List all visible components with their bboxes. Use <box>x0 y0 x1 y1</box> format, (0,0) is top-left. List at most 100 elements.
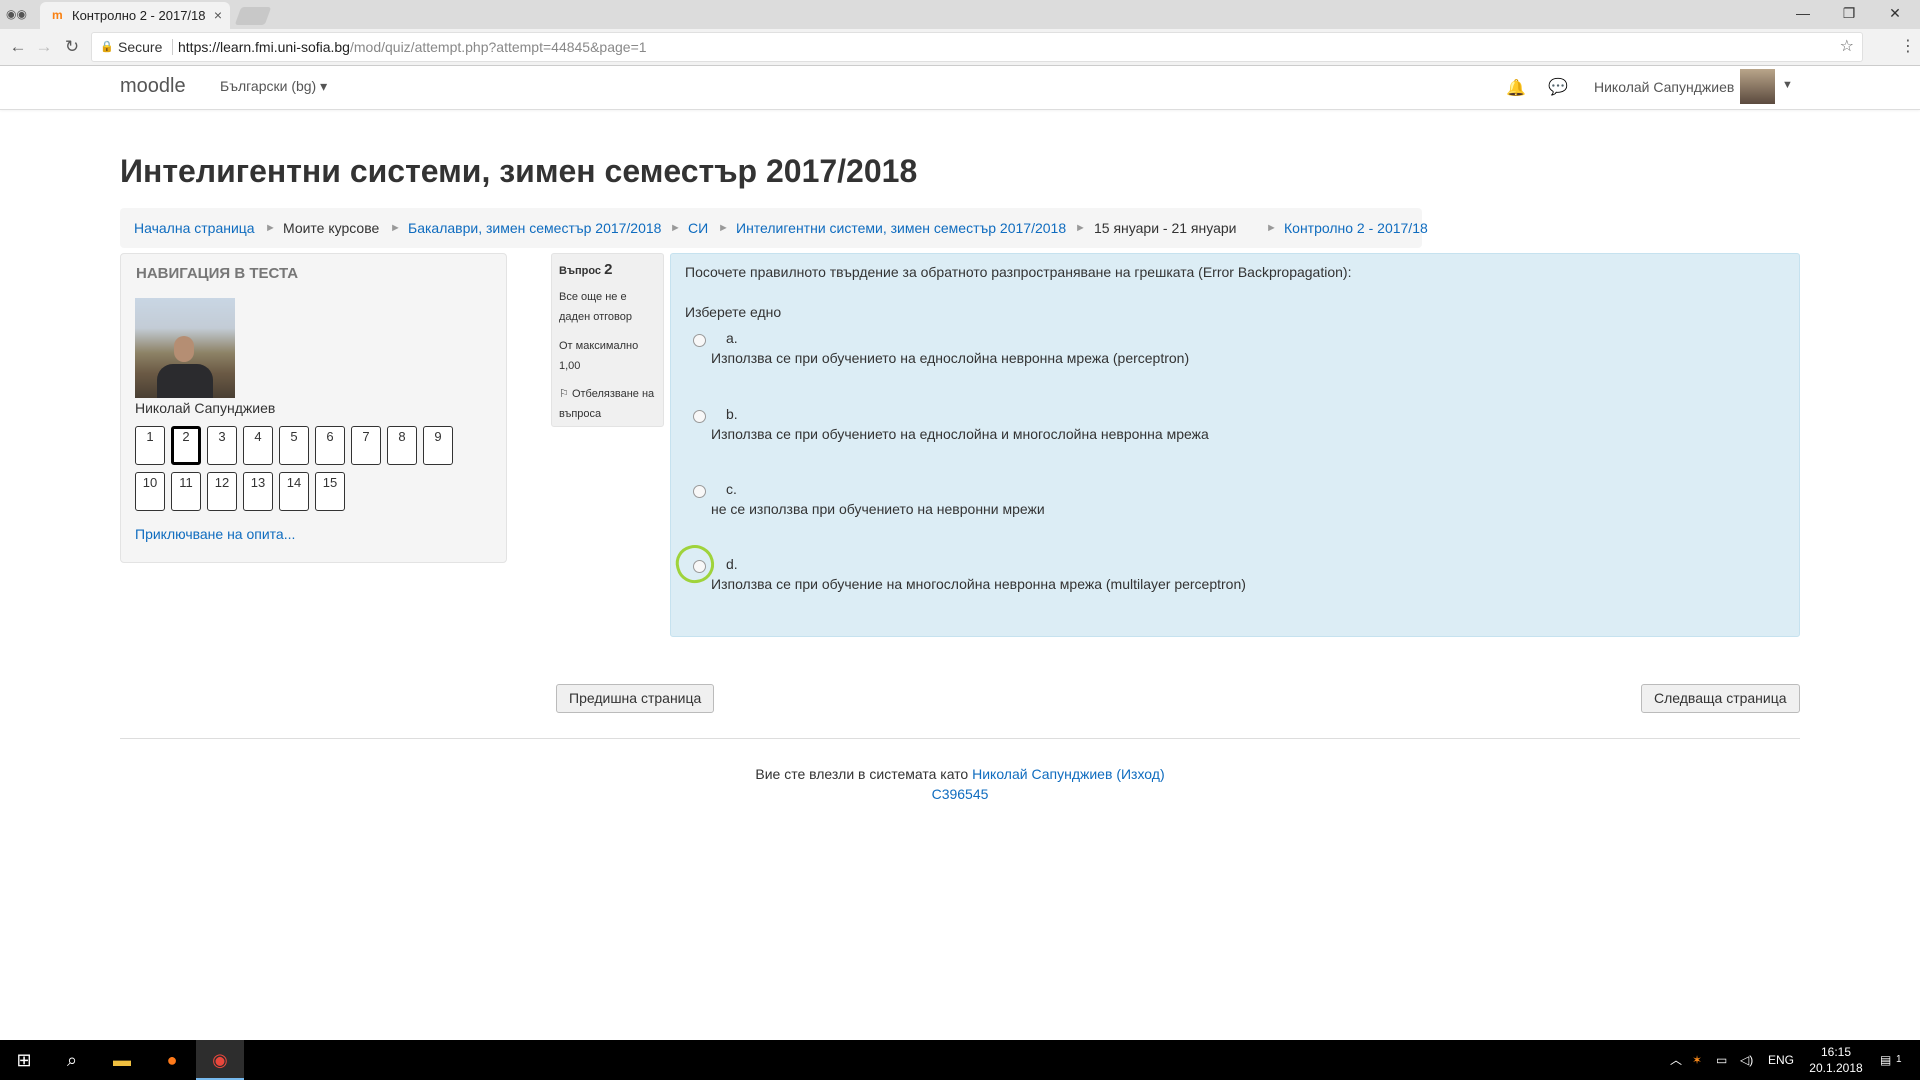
quiz-nav-button[interactable]: 3 <box>207 426 237 465</box>
user-avatar[interactable] <box>1740 69 1775 104</box>
logout-link[interactable]: (Изход) <box>1116 766 1164 782</box>
bookmark-star-icon[interactable]: ☆ <box>1840 33 1854 61</box>
quiz-nav-button-current[interactable]: 2 <box>171 426 201 465</box>
browser-toolbar: ← → ↻ 🔒 Secure https://learn.fmi.uni-sof… <box>0 29 1920 66</box>
notifications-icon[interactable]: ▤ <box>1880 1040 1891 1080</box>
breadcrumb-separator-icon: ► <box>670 222 681 234</box>
messages-icon[interactable]: 💬 <box>1548 77 1568 97</box>
photo-person-head <box>174 336 194 362</box>
login-info: Вие сте влезли в системата като Николай … <box>0 766 1920 782</box>
quiz-nav-button[interactable]: 5 <box>279 426 309 465</box>
reload-icon[interactable]: ↻ <box>62 37 82 57</box>
user-menu-name[interactable]: Николай Сапунджиев <box>1594 79 1734 95</box>
network-icon[interactable]: ▭ <box>1716 1040 1727 1080</box>
tray-expand-icon[interactable]: ︿ <box>1670 1040 1682 1080</box>
search-icon[interactable]: ⌕ <box>48 1040 96 1080</box>
quiz-navigation-heading: НАВИГАЦИЯ В ТЕСТА <box>136 265 299 282</box>
footer-code[interactable]: C396545 <box>0 786 1920 802</box>
photo-person-body <box>157 364 213 398</box>
quiz-nav-button[interactable]: 1 <box>135 426 165 465</box>
option-letter: b. <box>726 406 738 422</box>
notification-count: 1 <box>1896 1054 1902 1065</box>
close-window-icon[interactable]: ✕ <box>1872 0 1918 29</box>
browser-tab[interactable]: m Контролно 2 - 2017/18 × <box>40 2 230 29</box>
moodle-favicon-icon: m <box>52 8 63 22</box>
forward-icon[interactable]: → <box>34 37 54 57</box>
previous-page-button[interactable]: Предишна страница <box>556 684 715 713</box>
tray-app-icon[interactable]: ✶ <box>1692 1040 1702 1080</box>
flag-question-label[interactable]: Отбелязване на въпроса <box>559 388 654 420</box>
address-bar[interactable]: 🔒 Secure https://learn.fmi.uni-sofia.bg/… <box>92 33 1862 61</box>
address-separator <box>172 39 173 55</box>
windows-taskbar: ⊞ ⌕ ▬ ● ◉ ︿ ✶ ▭ ◁) ENG 16:15 20.1.2018 г… <box>0 1040 1920 1091</box>
breadcrumb-separator-icon: ► <box>265 222 276 234</box>
url-path: /mod/quiz/attempt.php?attempt=44845&page… <box>349 39 647 55</box>
quiz-nav-button[interactable]: 7 <box>351 426 381 465</box>
login-info-text: Вие сте влезли в системата като <box>755 766 969 782</box>
radio-button[interactable] <box>693 485 706 498</box>
quiz-nav-button[interactable]: 15 <box>315 472 345 511</box>
back-icon[interactable]: ← <box>8 37 28 57</box>
breadcrumb-home[interactable]: Начална страница <box>134 220 255 236</box>
file-explorer-icon[interactable]: ▬ <box>98 1040 146 1080</box>
option-letter: d. <box>726 556 738 572</box>
chrome-icon[interactable]: ◉ <box>196 1040 244 1080</box>
radio-button[interactable] <box>693 410 706 423</box>
windows-start-icon[interactable]: ⊞ <box>0 1040 48 1080</box>
finish-attempt-link[interactable]: Приключване на опита... <box>135 526 295 542</box>
breadcrumb-separator-icon: ► <box>1075 222 1086 234</box>
flag-icon[interactable]: ⚐ <box>559 388 569 400</box>
quiz-user-name: Николай Сапунджиев <box>135 400 276 416</box>
quiz-nav-button[interactable]: 6 <box>315 426 345 465</box>
notifications-bell-icon[interactable]: 🔔 <box>1506 78 1526 98</box>
language-indicator[interactable]: ENG <box>1768 1040 1794 1080</box>
quiz-nav-button[interactable]: 11 <box>171 472 201 511</box>
new-tab-button[interactable] <box>234 7 272 25</box>
url-text[interactable]: https://learn.fmi.uni-sofia.bg/mod/quiz/… <box>178 33 647 61</box>
browser-tab-bar: ◉◉ m Контролно 2 - 2017/18 × — ❐ ✕ <box>0 0 1920 29</box>
language-menu[interactable]: Български (bg) ▾ <box>220 78 327 95</box>
tab-close-icon[interactable]: × <box>214 2 222 29</box>
browser-menu-icon[interactable]: ⋮ <box>1900 37 1916 57</box>
moodle-navbar: moodle Български (bg) ▾ 🔔 💬 Николай Сапу… <box>0 66 1920 110</box>
system-clock[interactable]: 16:15 20.1.2018 г. <box>1806 1044 1866 1092</box>
breadcrumb-separator-icon: ► <box>1266 222 1277 234</box>
quiz-nav-button[interactable]: 13 <box>243 472 273 511</box>
lock-icon: 🔒 <box>100 41 114 53</box>
minimize-icon[interactable]: — <box>1780 0 1826 29</box>
quiz-nav-button[interactable]: 14 <box>279 472 309 511</box>
breadcrumb-course[interactable]: Интелигентни системи, зимен семестър 201… <box>736 220 1066 236</box>
next-page-button[interactable]: Следваща страница <box>1641 684 1800 713</box>
radio-button[interactable] <box>693 334 706 347</box>
option-letter: c. <box>726 481 737 497</box>
page-title: Интелигентни системи, зимен семестър 201… <box>120 153 918 189</box>
firefox-icon[interactable]: ● <box>148 1040 196 1080</box>
question-number: Въпрос 2 <box>559 261 612 278</box>
footer-user-link[interactable]: Николай Сапунджиев <box>972 766 1112 782</box>
breadcrumb-quiz[interactable]: Контролно 2 - 2017/18 <box>1284 220 1428 236</box>
quiz-nav-button[interactable]: 10 <box>135 472 165 511</box>
incognito-icon: ◉◉ <box>6 7 27 21</box>
option-text[interactable]: Използва се при обучение на многослойна … <box>711 576 1246 592</box>
quiz-nav-button[interactable]: 8 <box>387 426 417 465</box>
quiz-nav-button[interactable]: 9 <box>423 426 453 465</box>
question-text: Посочете правилното твърдение за обратно… <box>685 264 1352 280</box>
site-brand[interactable]: moodle <box>120 75 186 98</box>
user-menu-caret-icon[interactable]: ▼ <box>1782 79 1793 91</box>
option-text[interactable]: Използва се при обучението на еднослойна… <box>711 350 1189 366</box>
question-status: Все още не е даден отговор <box>559 291 632 323</box>
clock-date: 20.1.2018 г. <box>1809 1061 1863 1091</box>
quiz-navigation-block: НАВИГАЦИЯ В ТЕСТА Николай Сапунджиев 1 2… <box>120 253 507 563</box>
breadcrumb-si[interactable]: СИ <box>688 220 708 236</box>
option-text[interactable]: не се използва при обучението на невронн… <box>711 501 1045 517</box>
question-info: Въпрос 2 Все още не е даден отговор От м… <box>551 253 664 427</box>
breadcrumb: Начална страница ► Моите курсове ► Бакал… <box>120 208 1428 248</box>
breadcrumb-category[interactable]: Бакалаври, зимен семестър 2017/2018 <box>408 220 661 236</box>
option-text[interactable]: Използва се при обучението на еднослойна… <box>711 426 1209 442</box>
quiz-nav-button[interactable]: 12 <box>207 472 237 511</box>
restore-icon[interactable]: ❐ <box>1826 0 1872 29</box>
question-number-value: 2 <box>604 261 613 278</box>
volume-icon[interactable]: ◁) <box>1740 1040 1753 1080</box>
quiz-nav-button[interactable]: 4 <box>243 426 273 465</box>
flag-question[interactable]: ⚐ Отбелязване на въпроса <box>559 384 659 424</box>
